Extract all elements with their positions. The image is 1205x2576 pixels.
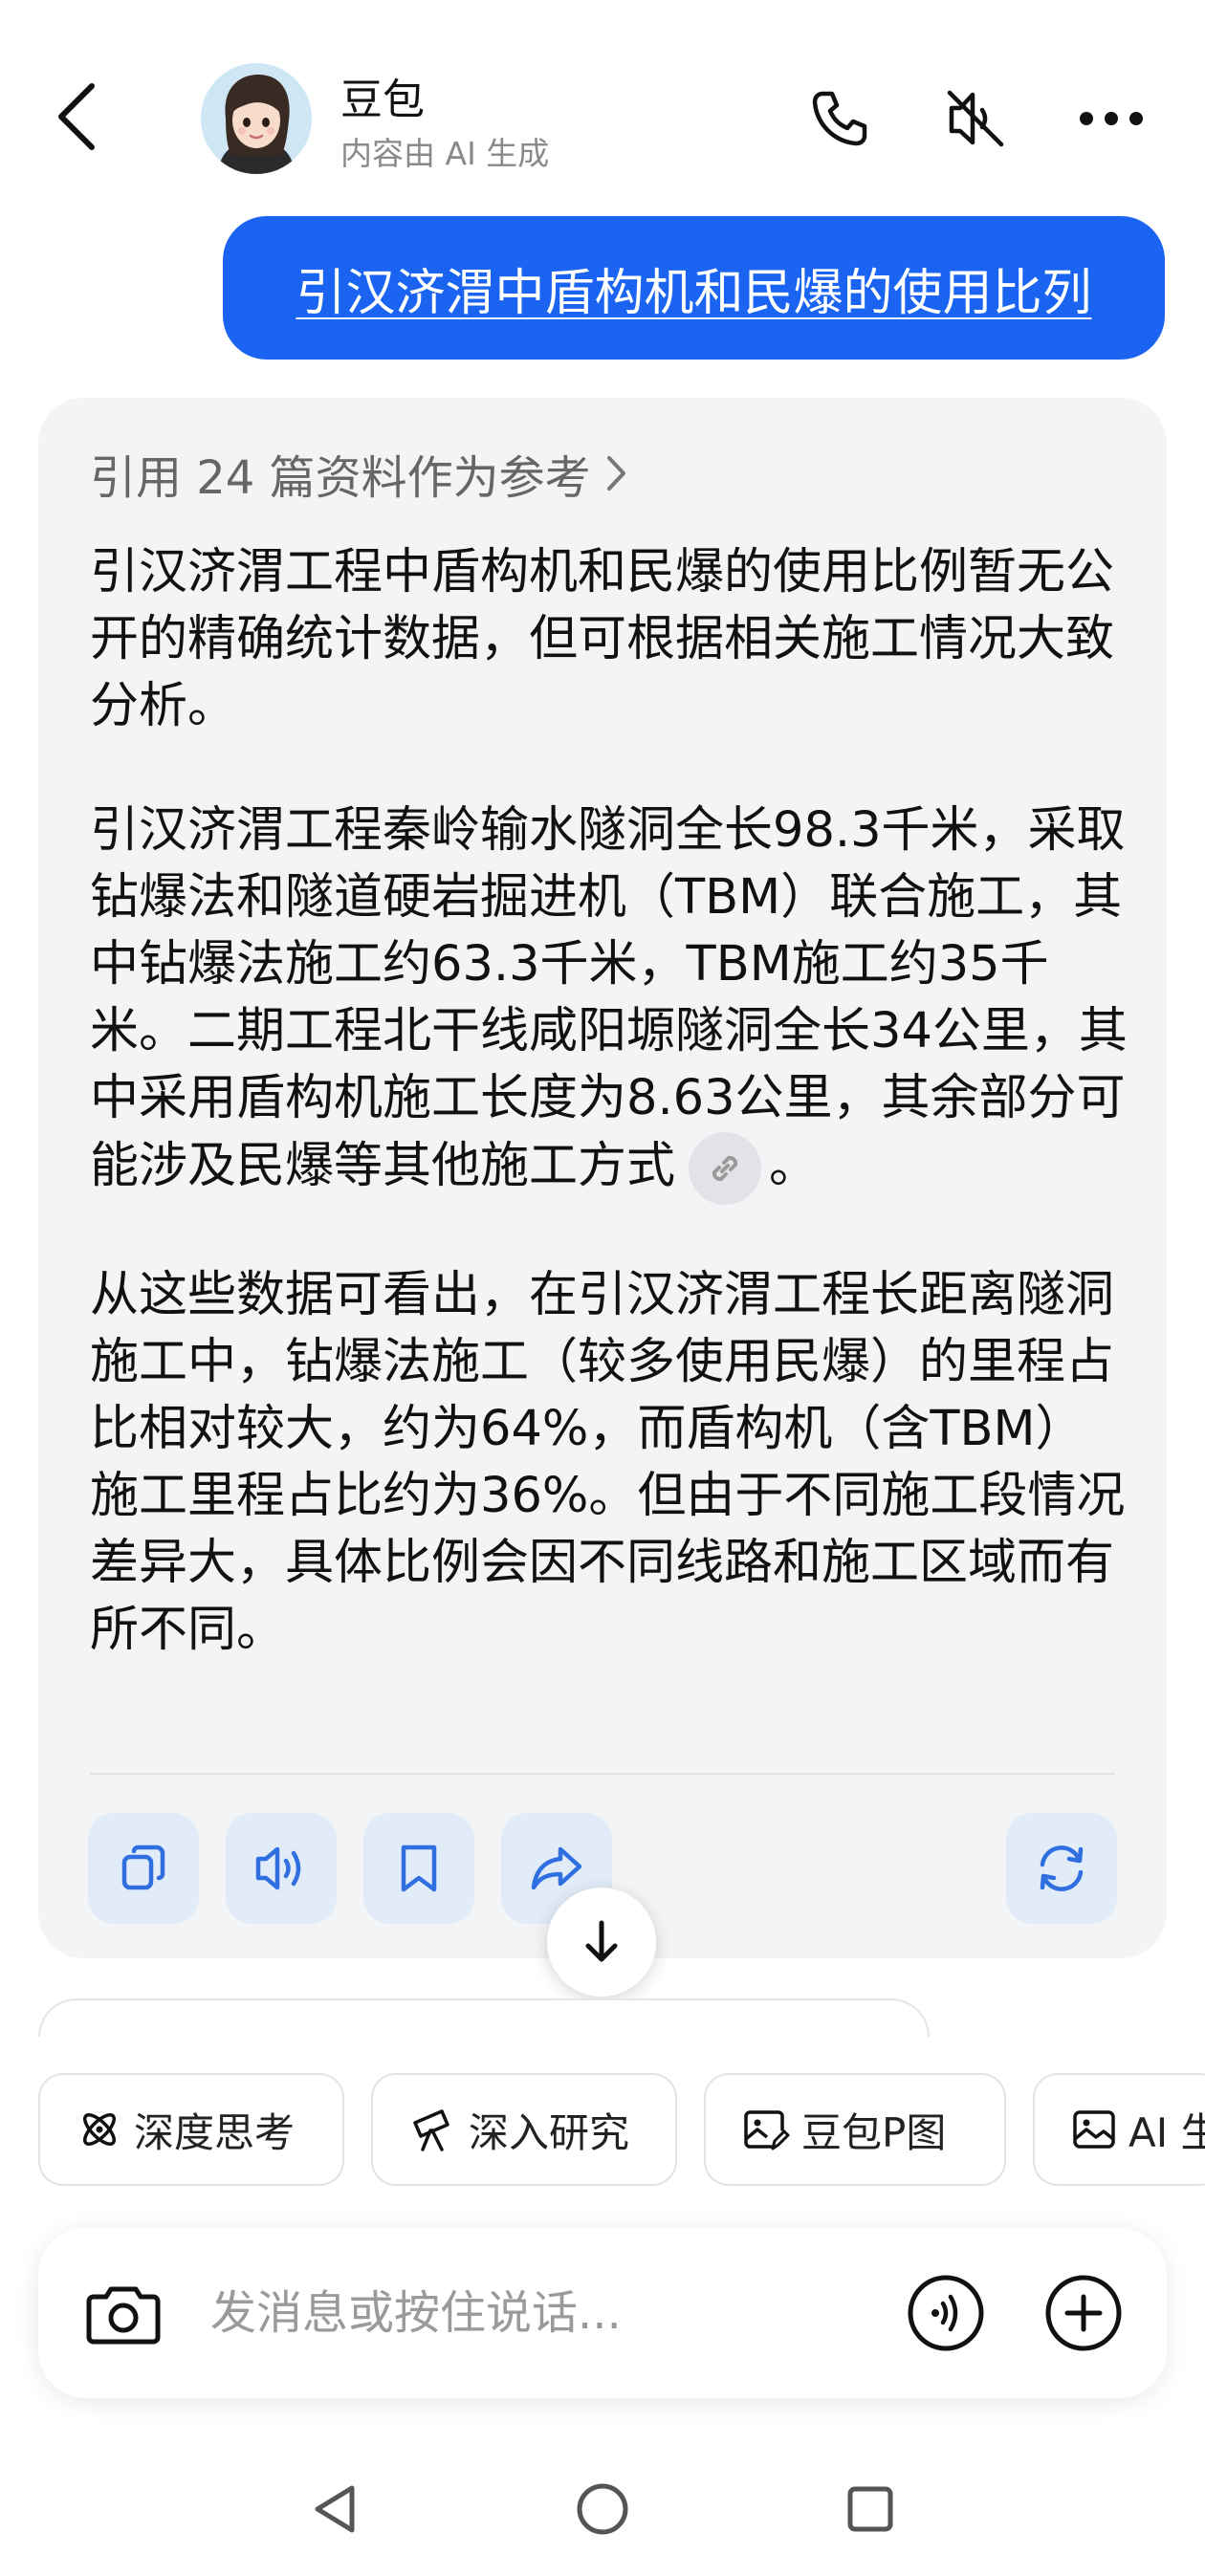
back-icon — [58, 83, 95, 150]
chip-label: AI 生 — [1128, 2108, 1205, 2156]
circle-home-icon — [577, 2483, 628, 2535]
user-message-text[interactable]: 引汉济渭中盾构机和民爆的使用比列 — [296, 252, 1091, 324]
references-link[interactable]: 引用 24 篇资料作为参考 — [90, 440, 627, 507]
bookmark-icon — [401, 1845, 437, 1892]
answer-paragraph: 引汉济渭工程中盾构机和民爆的使用比例暂无公开的精确统计数据，但可根据相关施工情况… — [90, 544, 1115, 734]
chip-label: 豆包P图 — [801, 2108, 947, 2156]
chip-deep-thinking[interactable]: 深度思考 — [38, 2073, 344, 2186]
image-icon — [1073, 2110, 1115, 2149]
suggestion-card-partial — [38, 1998, 930, 2037]
answer-paragraph: 从这些数据可看出，在引汉济渭工程长距离隧洞施工中，钻爆法施工（较多使用民爆）的里… — [90, 1267, 1126, 1658]
chip-deep-research[interactable]: 深入研究 — [371, 2073, 677, 2186]
triangle-back-icon — [315, 2485, 355, 2533]
source-link-button[interactable] — [689, 1132, 762, 1205]
ai-answer-card: 引用 24 篇资料作为参考 引汉济渭工程中盾构机和民爆的使用比例暂无公开的精确统… — [38, 398, 1167, 1958]
image-edit-icon — [744, 2110, 790, 2150]
chip-image-edit[interactable]: 豆包P图 — [704, 2073, 1006, 2186]
square-recents-icon — [847, 2486, 893, 2532]
card-divider — [90, 1773, 1115, 1775]
arrow-down-icon — [585, 1920, 618, 1962]
scroll-to-bottom-button[interactable] — [547, 1888, 656, 1997]
plus-circle-icon — [1045, 2275, 1122, 2351]
more-button[interactable] — [1073, 80, 1150, 157]
chevron-right-icon — [606, 456, 625, 491]
references-label: 引用 24 篇资料作为参考 — [90, 451, 591, 505]
camera-button[interactable] — [78, 2268, 168, 2358]
voice-wave-icon — [908, 2275, 984, 2351]
answer-paragraph: 引汉济渭工程秦岭输水隧洞全长98.3千米，采取钻爆法和隧道硬岩掘进机（TBM）联… — [90, 797, 1132, 1205]
answer-paragraph-end: 。 — [769, 1138, 819, 1194]
chat-header: 豆包 内容由 AI 生成 — [0, 0, 1205, 201]
user-message-bubble[interactable]: 引汉济渭中盾构机和民爆的使用比列 — [223, 216, 1165, 360]
speaker-mute-icon — [947, 90, 1004, 147]
message-input[interactable] — [210, 2280, 899, 2347]
chip-label: 深度思考 — [134, 2108, 296, 2156]
add-attachment-button[interactable] — [1039, 2268, 1128, 2358]
atom-icon — [83, 2113, 116, 2146]
regenerate-icon — [1040, 1845, 1084, 1891]
system-home-button[interactable] — [564, 2471, 641, 2547]
call-button[interactable] — [801, 80, 878, 157]
telescope-icon — [413, 2109, 449, 2151]
read-aloud-icon — [255, 1846, 301, 1890]
system-recents-button[interactable] — [832, 2471, 909, 2547]
regenerate-button[interactable] — [1006, 1813, 1117, 1924]
system-back-button[interactable] — [296, 2471, 373, 2547]
share-icon — [531, 1846, 582, 1890]
bookmark-button[interactable] — [363, 1813, 474, 1924]
read-aloud-button[interactable] — [226, 1813, 337, 1924]
link-icon — [712, 1155, 738, 1182]
back-button[interactable] — [46, 76, 107, 157]
message-composer — [38, 2228, 1167, 2398]
bot-avatar[interactable] — [201, 63, 312, 174]
phone-icon — [812, 91, 867, 146]
mute-voice-button[interactable] — [937, 80, 1014, 157]
copy-icon — [121, 1845, 165, 1890]
ai-answer-text: 引汉济渭工程中盾构机和民爆的使用比例暂无公开的精确统计数据，但可根据相关施工情况… — [90, 539, 1132, 1664]
voice-call-button[interactable] — [901, 2268, 991, 2358]
more-icon — [1080, 112, 1143, 125]
answer-paragraph-text: 引汉济渭工程秦岭输水隧洞全长98.3千米，采取钻爆法和隧道硬岩掘进机（TBM）联… — [90, 802, 1128, 1194]
chip-ai-generate[interactable]: AI 生 — [1033, 2073, 1205, 2186]
bot-name[interactable]: 豆包 — [340, 65, 425, 126]
camera-icon — [86, 2286, 161, 2345]
copy-button[interactable] — [88, 1813, 199, 1924]
chip-label: 深入研究 — [469, 2108, 630, 2156]
ai-generated-label: 内容由 AI 生成 — [340, 135, 550, 172]
